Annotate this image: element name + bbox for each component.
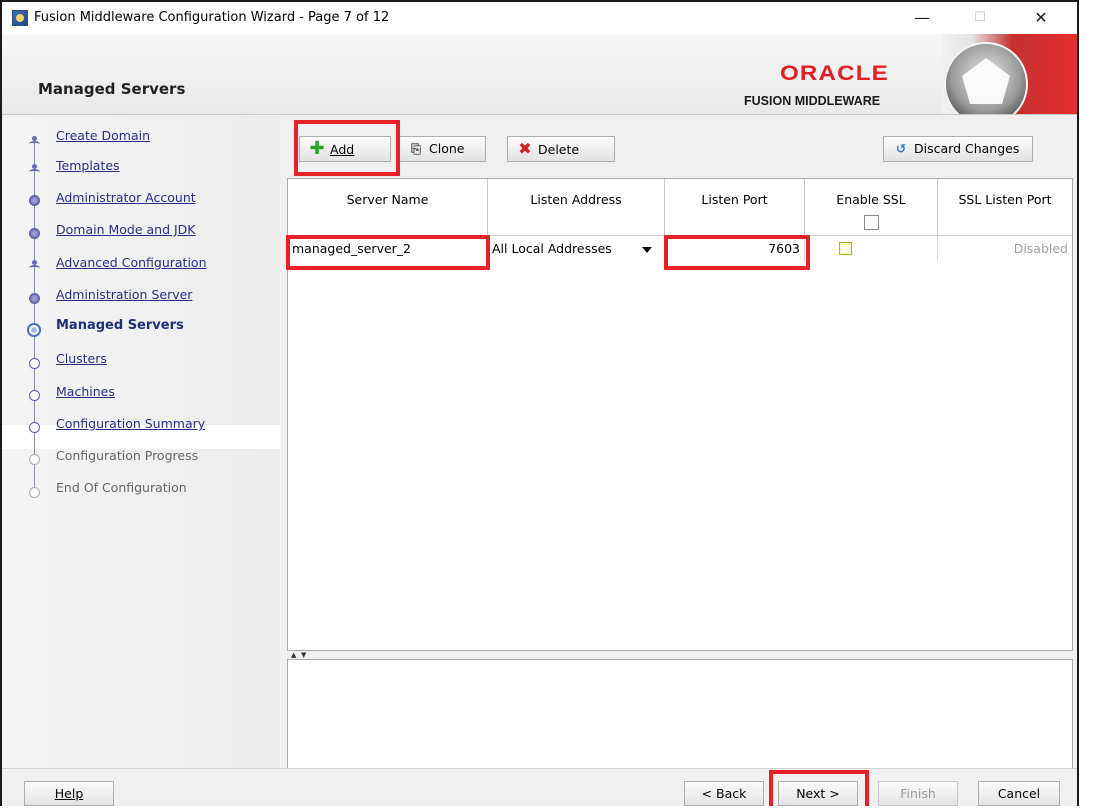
enable-ssl-checkbox[interactable] <box>839 242 852 255</box>
nav-item-machines[interactable]: Machines <box>56 384 115 399</box>
steps-connector <box>34 138 35 493</box>
panel-splitter[interactable]: ▲ ▼ <box>287 651 1073 659</box>
step-todo-icon <box>29 422 40 433</box>
add-button[interactable]: ✚ Add <box>299 136 391 162</box>
step-done-icon <box>29 228 40 239</box>
main-panel: ✚ Add ⎘ Clone ✖ Delete ↺ Discard Changes Ser… <box>285 116 1075 776</box>
nav-item-end-of-configuration: End Of Configuration <box>56 480 187 495</box>
managed-servers-table: Server Name Listen Address Listen Port E… <box>287 178 1073 651</box>
nav-item-create-domain[interactable]: Create Domain <box>56 128 150 143</box>
step-current-icon <box>27 323 41 337</box>
wizard-window: Fusion Middleware Configuration Wizard -… <box>0 0 1079 810</box>
title-bar: Fusion Middleware Configuration Wizard -… <box>2 2 1077 34</box>
listen-address-select[interactable]: All Local Addresses <box>488 236 665 262</box>
close-button[interactable]: ✕ <box>1019 6 1063 30</box>
clone-label: Clone <box>429 141 465 156</box>
nav-item-configuration-progress: Configuration Progress <box>56 448 199 463</box>
table-row[interactable]: managed_server_2 All Local Addresses 760… <box>288 236 1072 262</box>
plus-icon: ✚ <box>309 138 325 159</box>
page-margin-right <box>1079 0 1096 811</box>
help-button[interactable]: Help <box>24 781 114 806</box>
delete-label: Delete <box>538 142 580 157</box>
nav-item-templates[interactable]: Templates <box>56 158 120 173</box>
collapse-up-icon[interactable]: ▲ <box>291 651 296 659</box>
listen-port-cell[interactable]: 7603 <box>665 236 805 262</box>
window-title: Fusion Middleware Configuration Wizard -… <box>34 10 390 25</box>
undo-icon: ↺ <box>895 141 907 156</box>
dropdown-arrow-icon[interactable] <box>642 247 652 253</box>
column-header-ssl-listen-port[interactable]: SSL Listen Port <box>938 179 1072 235</box>
delete-x-icon: ✖ <box>518 139 532 158</box>
oracle-logo: ORACLE <box>780 62 889 85</box>
description-panel <box>287 659 1073 774</box>
enable-ssl-header-checkbox[interactable] <box>863 215 879 230</box>
nav-item-configuration-summary[interactable]: Configuration Summary <box>56 416 205 431</box>
step-disabled-icon <box>29 454 40 465</box>
step-done-icon <box>29 195 40 206</box>
oracle-graphic <box>942 34 1077 114</box>
step-disabled-icon <box>29 487 40 498</box>
discard-label: Discard Changes <box>914 141 1020 156</box>
column-header-listen-address[interactable]: Listen Address <box>488 179 665 235</box>
ssl-listen-port-cell: Disabled <box>1013 241 1068 256</box>
cancel-button[interactable]: Cancel <box>978 781 1060 806</box>
fusion-middleware-label: FUSION MIDDLEWARE <box>744 94 881 108</box>
server-toolbar: ✚ Add ⎘ Clone ✖ Delete ↺ Discard Changes <box>285 116 1075 178</box>
next-button[interactable]: Next > <box>778 781 858 806</box>
finish-button: Finish <box>878 781 958 806</box>
step-done-icon <box>29 260 40 271</box>
enable-ssl-header-label: Enable SSL <box>836 192 906 207</box>
maximize-button[interactable]: ☐ <box>958 6 1002 30</box>
table-header: Server Name Listen Address Listen Port E… <box>288 179 1072 236</box>
help-label: Help <box>54 786 84 801</box>
discard-changes-button[interactable]: ↺ Discard Changes <box>883 136 1033 162</box>
collapse-down-icon[interactable]: ▼ <box>301 651 306 659</box>
server-name-cell[interactable]: managed_server_2 <box>288 236 488 262</box>
wizard-steps-nav: Create Domain Templates Administrator Ac… <box>2 116 280 768</box>
step-done-icon <box>29 136 40 147</box>
nav-item-administrator-account[interactable]: Administrator Account <box>56 190 196 205</box>
nav-item-administration-server[interactable]: Administration Server <box>56 287 192 302</box>
step-todo-icon <box>29 390 40 401</box>
step-done-icon <box>29 293 40 304</box>
enable-ssl-cell <box>805 236 938 262</box>
step-todo-icon <box>29 358 40 369</box>
clone-button[interactable]: ⎘ Clone <box>398 136 486 162</box>
listen-address-value: All Local Addresses <box>492 241 612 256</box>
minimize-button[interactable]: — <box>900 6 944 30</box>
wizard-header: Managed Servers ORACLE FUSION MIDDLEWARE <box>2 34 1077 115</box>
page-title: Managed Servers <box>38 80 186 98</box>
nav-item-domain-mode-jdk[interactable]: Domain Mode and JDK <box>56 222 196 237</box>
delete-button[interactable]: ✖ Delete <box>507 136 615 162</box>
copy-icon: ⎘ <box>410 141 421 156</box>
step-done-icon <box>29 164 40 175</box>
pentagon-logo-icon <box>944 42 1028 114</box>
page-margin-bottom <box>0 806 1096 811</box>
add-label: Add <box>330 142 355 157</box>
nav-item-clusters[interactable]: Clusters <box>56 351 107 366</box>
back-button[interactable]: < Back <box>684 781 764 806</box>
wizard-button-bar: Help < Back Next > Finish Cancel <box>2 768 1077 807</box>
column-header-enable-ssl[interactable]: Enable SSL <box>805 179 938 235</box>
nav-item-advanced-configuration[interactable]: Advanced Configuration <box>56 255 207 270</box>
app-icon <box>12 10 28 26</box>
column-header-listen-port[interactable]: Listen Port <box>665 179 805 235</box>
column-header-server-name[interactable]: Server Name <box>288 179 488 235</box>
nav-item-managed-servers[interactable]: Managed Servers <box>56 318 184 333</box>
